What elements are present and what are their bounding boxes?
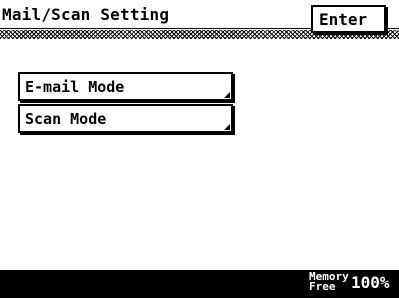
page-title: Mail/Scan Setting <box>2 5 170 24</box>
submenu-corner-icon <box>224 92 230 98</box>
enter-button[interactable]: Enter <box>311 5 386 33</box>
memory-label-line2: Free <box>309 280 336 293</box>
memory-free-label: Memory Free <box>309 271 349 293</box>
enter-button-label: Enter <box>319 10 368 29</box>
email-mode-button[interactable]: E-mail Mode <box>18 72 233 101</box>
email-mode-label: E-mail Mode <box>25 78 125 96</box>
status-bar: Memory Free 100% <box>0 270 399 298</box>
scan-mode-button[interactable]: Scan Mode <box>18 104 233 133</box>
header-bar: Mail/Scan Setting Enter <box>0 0 399 40</box>
mail-scan-setting-screen: Mail/Scan Setting Enter E-mail Mode Scan… <box>0 0 399 298</box>
memory-free-value: 100% <box>351 273 390 292</box>
submenu-corner-icon <box>224 124 230 130</box>
scan-mode-label: Scan Mode <box>25 110 107 128</box>
